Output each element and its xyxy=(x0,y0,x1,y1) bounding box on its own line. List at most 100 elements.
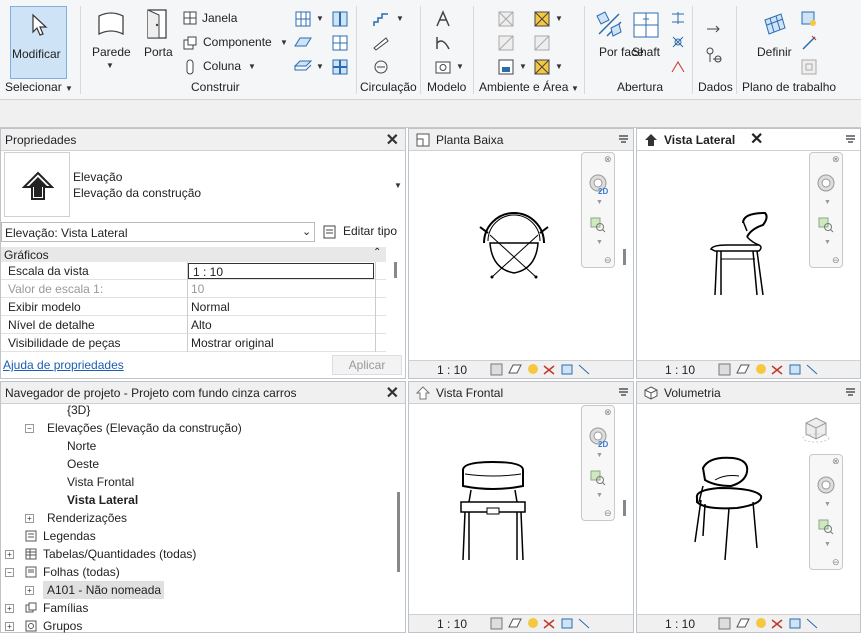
close-icon[interactable]: ⊗ xyxy=(604,154,612,165)
collapse-icon[interactable]: ⊖ xyxy=(832,255,840,266)
model-group-icon[interactable] xyxy=(434,58,452,76)
view-tab-active[interactable]: Vista Lateral ✕ xyxy=(637,129,860,151)
vertical-opening-icon[interactable] xyxy=(670,34,686,50)
room-tag-icon[interactable] xyxy=(497,58,515,76)
chevron-down-icon[interactable]: ▼ xyxy=(824,199,831,206)
scrollbar[interactable] xyxy=(394,262,397,278)
close-icon[interactable]: ⊗ xyxy=(832,154,840,165)
select-group-label[interactable]: Selecionar xyxy=(5,80,62,94)
wall-icon[interactable] xyxy=(95,8,127,40)
collapse-icon[interactable]: ⊖ xyxy=(604,255,612,266)
apply-button[interactable]: Aplicar xyxy=(332,355,402,375)
grid-icon[interactable] xyxy=(705,46,723,64)
steering-wheel-icon[interactable] xyxy=(816,475,838,495)
section-graphics[interactable]: Gráficos ⌃ xyxy=(1,247,386,262)
viewer-icon[interactable] xyxy=(800,58,818,76)
view-scale[interactable]: 1 : 10 xyxy=(437,363,467,377)
chevron-down-icon[interactable]: ▼ xyxy=(396,14,404,23)
stair-icon[interactable] xyxy=(372,10,390,28)
view-controls-icons[interactable] xyxy=(489,363,609,376)
navigation-bar[interactable]: ⊗ ▼ ▼ ⊖ xyxy=(809,152,843,268)
tree-item-sheets[interactable]: Folhas (todas) xyxy=(43,565,120,579)
chevron-down-icon[interactable]: ▼ xyxy=(519,62,527,71)
collapse-icon[interactable]: ⊖ xyxy=(604,508,612,519)
view-controls-icons[interactable] xyxy=(489,617,609,630)
component-icon[interactable] xyxy=(182,35,198,51)
collapse-icon[interactable]: − xyxy=(5,568,14,577)
railing-icon[interactable] xyxy=(372,58,390,76)
level-icon[interactable] xyxy=(705,22,723,36)
view-3d[interactable]: Volumetria ⊗ ▼ ▼ ⊖ 1 : 10 xyxy=(636,381,861,633)
close-icon[interactable]: ✕ xyxy=(750,129,763,149)
zoom-icon[interactable] xyxy=(590,470,606,486)
menu-icon[interactable] xyxy=(618,386,629,398)
mullion-icon[interactable] xyxy=(331,10,349,28)
property-row[interactable]: Nível de detalhe Alto xyxy=(1,316,386,334)
floor-icon[interactable] xyxy=(294,58,312,74)
close-icon[interactable]: ✕ xyxy=(386,383,399,403)
tree-item-west[interactable]: Oeste xyxy=(67,457,99,471)
model-text-icon[interactable] xyxy=(434,10,452,28)
menu-icon[interactable] xyxy=(845,386,856,398)
room-area-group-label[interactable]: Ambiente e Área xyxy=(479,80,568,94)
shaft-icon[interactable] xyxy=(631,10,661,40)
door-button[interactable]: Porta xyxy=(144,45,173,59)
chevron-down-icon[interactable]: ▼ xyxy=(596,492,603,499)
tree-item-sheet-a101[interactable]: A101 - Não nomeada xyxy=(47,583,161,597)
view-controls-icons[interactable] xyxy=(717,363,837,376)
chevron-down-icon[interactable]: ▼ xyxy=(106,61,114,70)
close-icon[interactable]: ✕ xyxy=(386,130,399,150)
dormer-icon[interactable] xyxy=(670,58,686,74)
chevron-down-icon[interactable]: ▼ xyxy=(555,14,563,23)
property-value[interactable]: Normal xyxy=(191,300,230,314)
chevron-down-icon[interactable]: ⌄ xyxy=(302,225,311,238)
collapse-icon[interactable]: ⊖ xyxy=(832,557,840,568)
view-plan[interactable]: Planta Baixa ⊗ 2D ▼ ▼ ⊖ 1 : 10 xyxy=(408,128,634,379)
ceiling-icon[interactable] xyxy=(331,58,349,76)
room-separator-icon[interactable] xyxy=(497,34,515,52)
scrollbar[interactable] xyxy=(623,500,626,516)
area-icon[interactable] xyxy=(533,10,551,28)
expand-icon[interactable]: + xyxy=(5,550,14,559)
zoom-icon[interactable] xyxy=(590,217,606,233)
roof-icon[interactable] xyxy=(294,34,312,50)
view-scale-input[interactable]: 1 : 10 xyxy=(188,263,374,279)
area-boundary-icon[interactable] xyxy=(533,34,551,52)
shaft-button[interactable]: Shaft xyxy=(632,45,660,59)
expand-icon[interactable]: + xyxy=(5,622,14,631)
scrollbar[interactable] xyxy=(397,492,400,572)
modify-button[interactable]: Modificar xyxy=(10,6,67,79)
chevron-down-icon[interactable]: ▼ xyxy=(824,541,831,548)
collapse-icon[interactable]: − xyxy=(25,424,34,433)
curtain-grid-icon[interactable] xyxy=(295,11,311,27)
instance-selector[interactable]: Elevação: Vista Lateral ⌄ xyxy=(1,222,315,242)
navigation-bar[interactable]: ⊗ 2D ▼ ▼ ⊖ xyxy=(581,405,615,521)
set-button[interactable]: Definir xyxy=(757,45,792,59)
view-tab[interactable]: Planta Baixa xyxy=(409,129,633,151)
curtain-system-icon[interactable] xyxy=(331,34,349,52)
view-scale[interactable]: 1 : 10 xyxy=(437,617,467,631)
chevron-down-icon[interactable]: ▼ xyxy=(456,62,464,71)
chevron-down-icon[interactable]: ▼ xyxy=(394,181,402,190)
chevron-down-icon[interactable]: ▼ xyxy=(316,62,324,71)
edit-type-button[interactable]: Editar tipo xyxy=(343,224,397,238)
view-front[interactable]: Vista Frontal ⊗ 2D ▼ ▼ ⊖ 1 : 10 xyxy=(408,381,634,633)
column-icon[interactable] xyxy=(184,59,196,75)
property-value[interactable]: Alto xyxy=(191,318,212,332)
view-tab[interactable]: Volumetria xyxy=(637,382,860,404)
chevron-down-icon[interactable]: ▼ xyxy=(596,199,603,206)
expand-icon[interactable]: + xyxy=(25,586,34,595)
properties-help-link[interactable]: Ajuda de propriedades xyxy=(3,358,124,372)
edit-type-icon[interactable] xyxy=(322,224,338,240)
model-line-icon[interactable] xyxy=(434,34,452,52)
property-row[interactable]: Visibilidade de peças Mostrar original xyxy=(1,334,386,352)
chevron-down-icon[interactable]: ▼ xyxy=(280,38,288,47)
ref-plane-icon[interactable] xyxy=(800,34,818,52)
tree-item-3d[interactable]: {3D} xyxy=(67,403,90,417)
chevron-down-icon[interactable]: ▼ xyxy=(571,84,579,93)
window-icon[interactable] xyxy=(183,11,197,25)
menu-icon[interactable] xyxy=(845,133,856,145)
tree-item-families[interactable]: Famílias xyxy=(43,601,88,615)
wall-opening-icon[interactable] xyxy=(670,10,686,26)
tree-item-renderings[interactable]: Renderizações xyxy=(47,511,127,525)
